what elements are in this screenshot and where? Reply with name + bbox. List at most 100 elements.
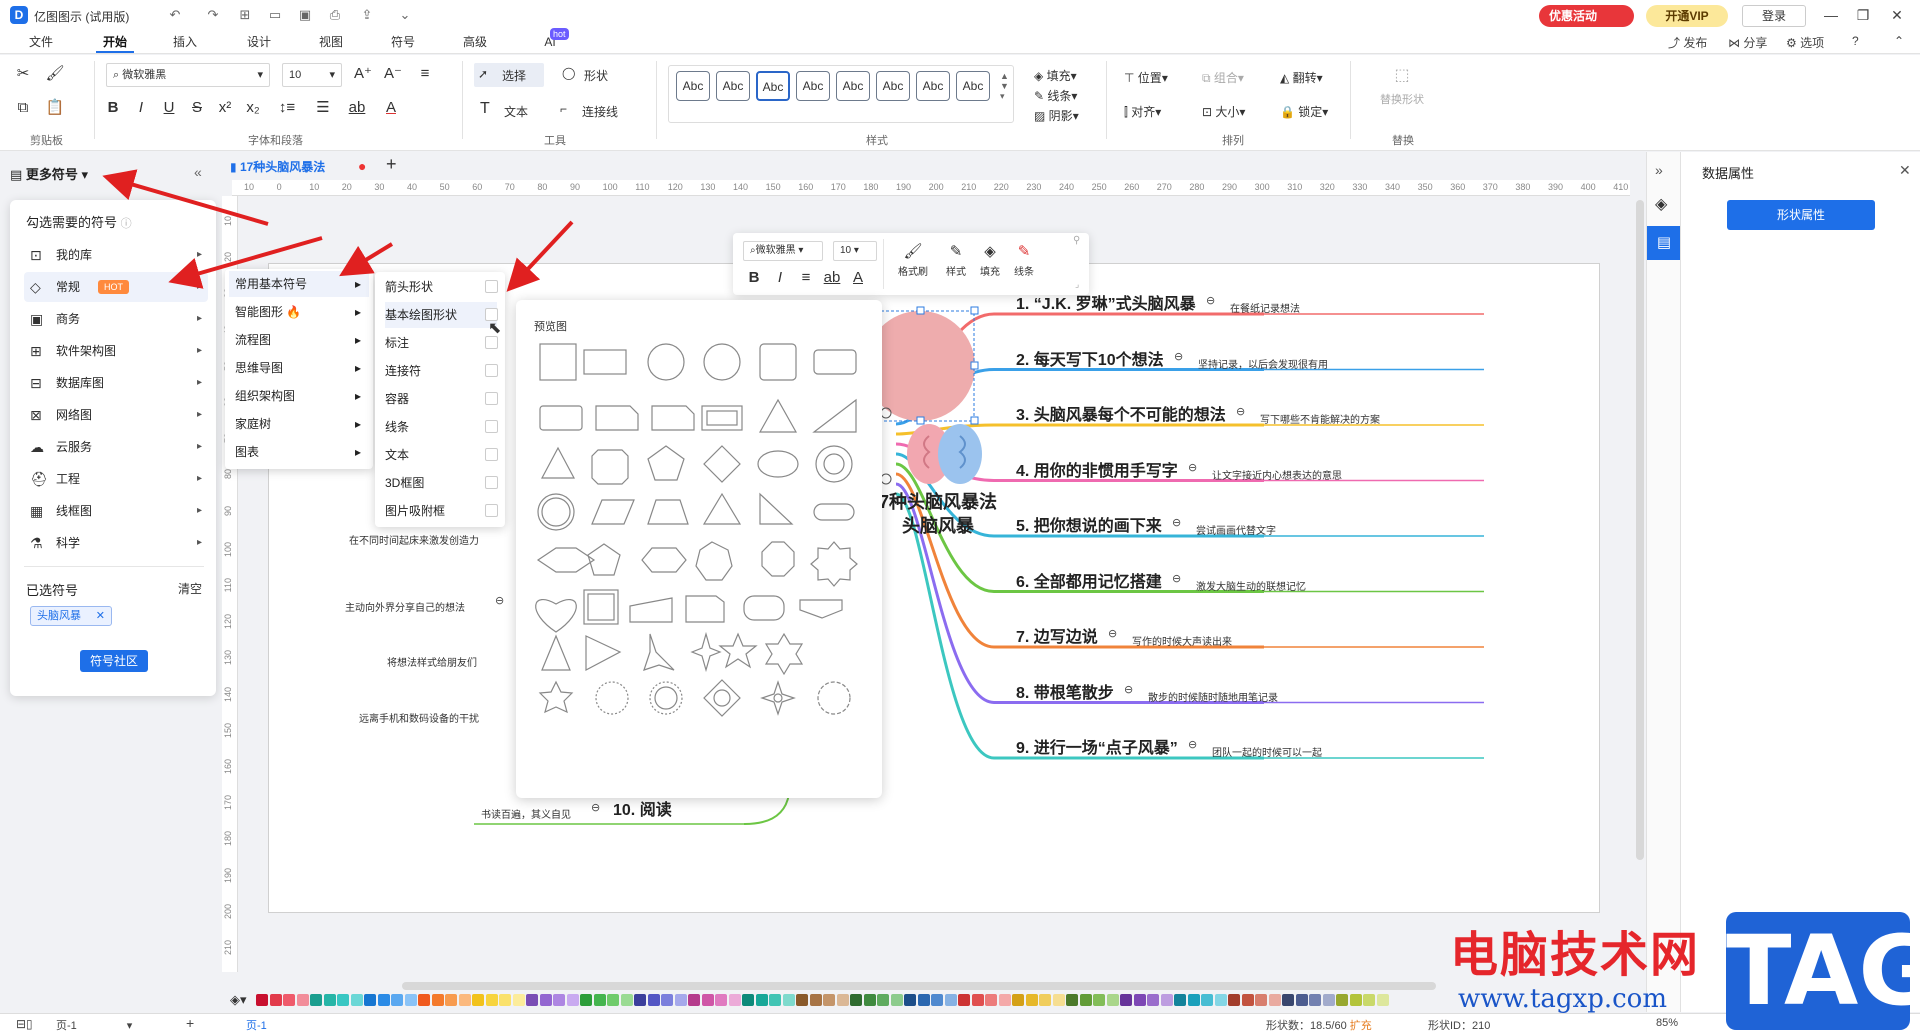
rounded-rectangle-shape[interactable] xyxy=(813,349,857,375)
circle-shape[interactable] xyxy=(703,343,741,381)
topic-note[interactable]: 激发大脑生动的联想记忆 xyxy=(1196,578,1306,593)
selected-symbol-chip[interactable]: 头脑风暴 ✕ xyxy=(30,606,112,626)
color-swatch[interactable] xyxy=(539,994,552,1006)
size-button[interactable]: ⊡ 大小▾ xyxy=(1202,103,1245,120)
save-icon[interactable]: ▣ xyxy=(296,6,314,24)
shape-tool-button[interactable]: ◯ 形状 xyxy=(558,63,628,87)
capsule-shape[interactable] xyxy=(813,503,855,521)
align-button[interactable]: ⫿ 对齐▾ xyxy=(1124,103,1161,120)
expand-icon[interactable]: ⌟ xyxy=(1075,279,1079,290)
bold-icon[interactable]: B xyxy=(743,267,765,289)
checkbox[interactable] xyxy=(485,504,498,517)
symbol-set-lines[interactable]: 线条 xyxy=(385,414,498,440)
color-swatch[interactable] xyxy=(1106,994,1119,1006)
collapse-node-icon[interactable]: ⊖ xyxy=(495,594,504,607)
category-business[interactable]: ▣ 商务 ▸ xyxy=(24,304,208,334)
color-swatch[interactable] xyxy=(1228,994,1240,1006)
color-swatch[interactable] xyxy=(1066,994,1078,1006)
banner-shape[interactable] xyxy=(799,599,843,619)
submenu-item-mindmap[interactable]: 思维导图 ▸ xyxy=(235,355,365,381)
add-tab-icon[interactable]: + xyxy=(386,154,397,175)
collapse-node-icon[interactable]: ⊖ xyxy=(1236,405,1245,418)
page-select[interactable]: 页-1 ▾ xyxy=(56,1017,132,1033)
login-button[interactable]: 登录 xyxy=(1742,5,1806,27)
color-swatch[interactable] xyxy=(310,994,322,1006)
category-cloud[interactable]: ☁ 云服务 ▸ xyxy=(24,432,208,462)
color-swatch[interactable] xyxy=(431,994,444,1006)
checkbox[interactable] xyxy=(485,476,498,489)
category-network[interactable]: ⊠ 网络图 ▸ xyxy=(24,400,208,430)
resize-handle[interactable] xyxy=(970,416,979,425)
style-swatch[interactable]: Abc xyxy=(916,71,950,101)
font-color-icon[interactable]: A xyxy=(847,267,869,289)
color-swatch[interactable] xyxy=(364,994,376,1006)
color-swatch[interactable] xyxy=(620,994,633,1006)
category-wireframe[interactable]: ▦ 线框图 ▸ xyxy=(24,496,208,526)
color-swatch[interactable] xyxy=(526,994,538,1006)
frame-square-shape[interactable] xyxy=(583,589,619,625)
export-icon[interactable]: ⇪ xyxy=(358,6,376,24)
bold-icon[interactable]: B xyxy=(102,97,124,119)
hexagon-wide-shape[interactable] xyxy=(536,547,596,573)
topic-note[interactable]: 写作的时候大声读出来 xyxy=(1132,633,1232,648)
collapse-node-icon[interactable]: ⊖ xyxy=(1188,461,1197,474)
more-symbols-button[interactable]: ▤ 更多符号 ▾ xyxy=(10,164,88,183)
frame-shape[interactable] xyxy=(701,405,743,431)
color-swatch[interactable] xyxy=(728,994,741,1006)
symbol-set-connector[interactable]: 连接符 xyxy=(385,358,498,384)
color-swatch[interactable] xyxy=(458,994,471,1006)
color-swatch[interactable] xyxy=(769,994,781,1006)
triangle-shape[interactable] xyxy=(702,492,742,525)
color-swatch[interactable] xyxy=(350,994,363,1006)
lock-button[interactable]: 🔒 锁定▾ xyxy=(1280,103,1328,120)
float-size-select[interactable]: 10 ▾ xyxy=(833,241,877,261)
print-icon[interactable]: ⎙ xyxy=(326,6,344,24)
font-color-icon[interactable]: A xyxy=(380,97,402,119)
triangle-shape[interactable] xyxy=(541,446,575,479)
tab-design[interactable]: 设计 xyxy=(234,30,284,54)
color-swatch[interactable] xyxy=(283,994,295,1006)
color-swatch[interactable] xyxy=(1241,994,1254,1006)
left-topic-10[interactable]: 10. 阅读 xyxy=(613,796,672,820)
minimize-icon[interactable]: — xyxy=(1820,4,1842,26)
color-swatch[interactable] xyxy=(1214,994,1227,1006)
snip-corner-rectangle-shape[interactable] xyxy=(595,405,639,431)
shape-properties-button[interactable]: 形状属性 xyxy=(1727,200,1875,230)
text-tool-button[interactable]: T 文本 xyxy=(476,99,546,123)
color-swatch[interactable] xyxy=(1322,994,1335,1006)
heart-shape[interactable] xyxy=(535,599,577,633)
undo-icon[interactable]: ↶ xyxy=(166,6,184,24)
color-swatch[interactable] xyxy=(1268,994,1281,1006)
topic-7[interactable]: 7. 边写边说 xyxy=(1016,623,1098,647)
text-highlight-icon[interactable]: ab xyxy=(821,267,843,289)
left-subtopic[interactable]: 远离手机和数码设备的干扰 xyxy=(359,710,479,725)
topic-2[interactable]: 2. 每天写下10个想法 xyxy=(1016,346,1164,370)
topic-6[interactable]: 6. 全部都用记忆搭建 xyxy=(1016,568,1162,592)
fill-bucket-icon[interactable]: ◈▾ xyxy=(230,992,247,1008)
page-tab[interactable]: 页-1 xyxy=(246,1017,267,1033)
color-swatch[interactable] xyxy=(1201,994,1213,1006)
connector-tool-button[interactable]: ⌐ 连接线 xyxy=(556,99,636,123)
color-swatch[interactable] xyxy=(269,994,282,1006)
three-point-star-shape[interactable] xyxy=(643,633,675,671)
color-swatch[interactable] xyxy=(661,994,673,1006)
line-button[interactable]: ✎ 线条▾ xyxy=(1034,87,1077,104)
vertical-scrollbar[interactable] xyxy=(1636,200,1644,860)
collapse-node-icon[interactable]: ⊖ xyxy=(1124,683,1133,696)
topic-8[interactable]: 8. 带根笔散步 xyxy=(1016,679,1114,703)
horizontal-scrollbar[interactable] xyxy=(402,982,1436,990)
share-button[interactable]: ⋈ 分享 xyxy=(1728,34,1767,51)
category-database[interactable]: ⊟ 数据库图 ▸ xyxy=(24,368,208,398)
font-size-select[interactable]: 10 ▾ xyxy=(282,63,342,87)
four-point-star-shape[interactable] xyxy=(690,631,722,673)
color-swatch[interactable] xyxy=(1079,994,1092,1006)
italic-icon[interactable]: I xyxy=(769,267,791,289)
octagon-shape[interactable] xyxy=(591,449,629,485)
color-swatch[interactable] xyxy=(580,994,592,1006)
submenu-item-flowchart[interactable]: 流程图 ▸ xyxy=(235,327,365,353)
gallery-scroll-icon[interactable]: ▲ ▼ ▾ xyxy=(1000,71,1009,101)
close-icon[interactable]: ✕ xyxy=(96,607,105,625)
cut-icon[interactable]: ✂ xyxy=(12,63,34,85)
color-swatch[interactable] xyxy=(890,994,903,1006)
collapse-panel-icon[interactable]: « xyxy=(194,164,202,180)
